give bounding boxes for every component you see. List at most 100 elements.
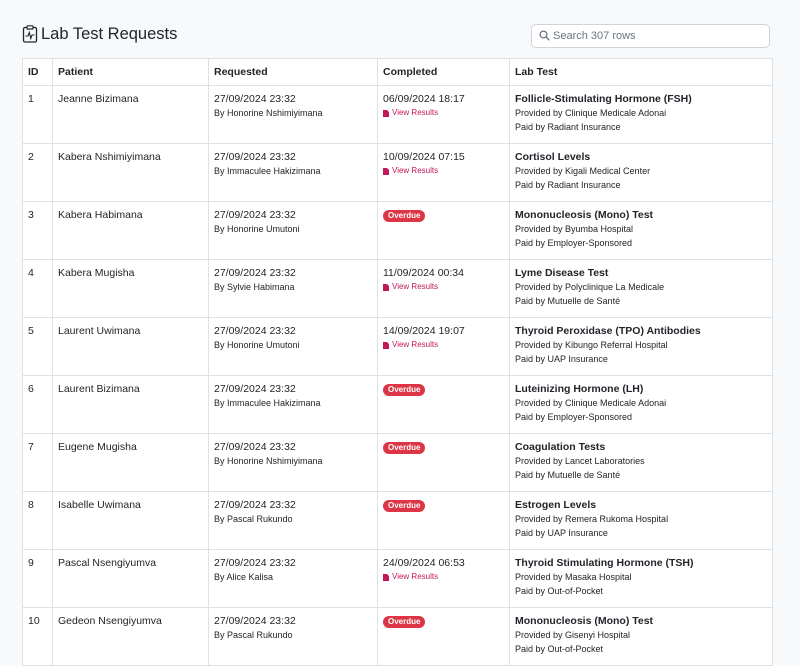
requested-date: 27/09/2024 23:32 — [214, 325, 296, 337]
cell-completed: Overdue — [377, 201, 510, 260]
requested-by: By Immaculee Hakizimana — [214, 398, 321, 408]
document-icon — [383, 283, 389, 291]
table-row[interactable]: 3 Kabera Habimana 27/09/2024 23:32 By Honor… — [22, 201, 773, 260]
lab-payer: Paid by Employer-Sponsored — [515, 412, 633, 422]
cell-completed: Overdue — [377, 607, 510, 666]
requested-date: 27/09/2024 23:32 — [214, 557, 296, 569]
lab-test-name: Thyroid Peroxidase (TPO) Antibodies — [515, 325, 701, 337]
view-results-link[interactable]: View Results — [383, 338, 438, 352]
cell-requested: 27/09/2024 23:32 By Honorine Umutoni — [208, 317, 378, 376]
column-header-patient[interactable]: Patient — [52, 58, 209, 86]
lab-payer: Paid by Employer-Sponsored — [515, 238, 633, 248]
lab-test-name: Mononucleosis (Mono) Test — [515, 209, 654, 221]
cell-id: 2 — [22, 143, 53, 202]
cell-completed: 06/09/2024 18:17 View Results — [377, 85, 510, 144]
requested-by: By Immaculee Hakizimana — [214, 166, 321, 176]
cell-lab-test: Follicle-Stimulating Hormone (FSH) Provid… — [509, 85, 773, 144]
cell-lab-test: Mononucleosis (Mono) Test Provided by Gis… — [509, 607, 773, 666]
cell-completed: 14/09/2024 19:07 View Results — [377, 317, 510, 376]
requested-by: By Pascal Rukundo — [214, 514, 293, 524]
lab-provider: Provided by Polyclinique La Medicale — [515, 282, 665, 292]
lab-provider: Provided by Lancet Laboratories — [515, 456, 645, 466]
page-title: Lab Test Requests — [41, 25, 178, 43]
requested-date: 27/09/2024 23:32 — [214, 151, 296, 163]
cell-id: 6 — [22, 375, 53, 434]
lab-payer: Paid by Radiant Insurance — [515, 122, 621, 132]
clipboard-pulse-icon — [22, 25, 38, 43]
lab-test-name: Thyroid Stimulating Hormone (TSH) — [515, 557, 694, 569]
cell-completed: 11/09/2024 00:34 View Results — [377, 259, 510, 318]
view-results-label: View Results — [392, 108, 439, 117]
table-row[interactable]: 4 Kabera Mugisha 27/09/2024 23:32 By Sylvie… — [22, 259, 773, 318]
requested-by: By Honorine Nshimiyimana — [214, 108, 323, 118]
document-icon — [383, 109, 389, 117]
document-icon — [383, 167, 389, 175]
view-results-link[interactable]: View Results — [383, 106, 438, 120]
cell-id: 8 — [22, 491, 53, 550]
view-results-link[interactable]: View Results — [383, 164, 438, 178]
overdue-badge: Overdue — [383, 616, 426, 628]
requested-date: 27/09/2024 23:32 — [214, 267, 296, 279]
requested-by: By Alice Kalisa — [214, 572, 274, 582]
search-input[interactable] — [531, 24, 770, 48]
table-row[interactable]: 7 Eugene Mugisha 27/09/2024 23:32 By Honori… — [22, 433, 773, 492]
cell-id: 4 — [22, 259, 53, 318]
view-results-label: View Results — [392, 340, 439, 349]
completed-date: 10/09/2024 07:15 — [383, 151, 465, 163]
table-row[interactable]: 10 Gedeon Nsengiyumva 27/09/2024 23:32 By P… — [22, 607, 773, 666]
cell-patient: Gedeon Nsengiyumva — [52, 607, 209, 666]
lab-provider: Provided by Clinique Medicale Adonai — [515, 108, 667, 118]
table-row[interactable]: 8 Isabelle Uwimana 27/09/2024 23:32 By Pasc… — [22, 491, 773, 550]
lab-payer: Paid by Mutuelle de Santé — [515, 470, 621, 480]
cell-requested: 27/09/2024 23:32 By Pascal Rukundo — [208, 491, 378, 550]
table-row[interactable]: 2 Kabera Nshimiyimana 27/09/2024 23:32 By I… — [22, 143, 773, 202]
lab-payer: Paid by Radiant Insurance — [515, 180, 621, 190]
cell-requested: 27/09/2024 23:32 By Sylvie Habimana — [208, 259, 378, 318]
cell-lab-test: Thyroid Stimulating Hormone (TSH) Provide… — [509, 549, 773, 608]
cell-id: 1 — [22, 85, 53, 144]
view-results-link[interactable]: View Results — [383, 280, 438, 294]
requested-by: By Honorine Umutoni — [214, 224, 300, 234]
cell-requested: 27/09/2024 23:32 By Immaculee Hakizimana — [208, 143, 378, 202]
cell-lab-test: Cortisol Levels Provided by Kigali Medica… — [509, 143, 773, 202]
lab-payer: Paid by Out-of-Pocket — [515, 586, 604, 596]
cell-lab-test: Lyme Disease Test Provided by Polycliniqu… — [509, 259, 773, 318]
column-header-lab-test[interactable]: Lab Test — [509, 58, 773, 86]
cell-id: 9 — [22, 549, 53, 608]
page-header: Lab Test Requests — [0, 0, 800, 58]
lab-requests-table: ID Patient Requested Completed Lab Test … — [22, 58, 773, 666]
cell-completed: Overdue — [377, 433, 510, 492]
overdue-badge: Overdue — [383, 384, 426, 396]
table-row[interactable]: 6 Laurent Bizimana 27/09/2024 23:32 By Imma… — [22, 375, 773, 434]
cell-id: 5 — [22, 317, 53, 376]
column-header-completed[interactable]: Completed — [377, 58, 510, 86]
view-results-label: View Results — [392, 282, 439, 291]
column-header-id[interactable]: ID — [22, 58, 53, 86]
table-row[interactable]: 9 Pascal Nsengiyumva 27/09/2024 23:32 By Al… — [22, 549, 773, 608]
view-results-label: View Results — [392, 572, 439, 581]
completed-date: 14/09/2024 19:07 — [383, 325, 465, 337]
requested-by: By Honorine Nshimiyimana — [214, 456, 323, 466]
column-header-requested[interactable]: Requested — [208, 58, 378, 86]
cell-patient: Pascal Nsengiyumva — [52, 549, 209, 608]
requested-date: 27/09/2024 23:32 — [214, 93, 296, 105]
lab-provider: Provided by Kigali Medical Center — [515, 166, 651, 176]
lab-provider: Provided by Gisenyi Hospital — [515, 630, 631, 640]
table-row[interactable]: 5 Laurent Uwimana 27/09/2024 23:32 By Honor… — [22, 317, 773, 376]
cell-completed: Overdue — [377, 375, 510, 434]
cell-patient: Kabera Habimana — [52, 201, 209, 260]
requested-date: 27/09/2024 23:32 — [214, 615, 296, 627]
requested-date: 27/09/2024 23:32 — [214, 209, 296, 221]
lab-payer: Paid by Mutuelle de Santé — [515, 296, 621, 306]
table-row[interactable]: 1 Jeanne Bizimana 27/09/2024 23:32 By Honor… — [22, 85, 773, 144]
cell-requested: 27/09/2024 23:32 By Immaculee Hakizimana — [208, 375, 378, 434]
document-icon — [383, 573, 389, 581]
view-results-link[interactable]: View Results — [383, 570, 438, 584]
cell-patient: Eugene Mugisha — [52, 433, 209, 492]
overdue-badge: Overdue — [383, 500, 426, 512]
cell-lab-test: Thyroid Peroxidase (TPO) Antibodies Provi… — [509, 317, 773, 376]
overdue-badge: Overdue — [383, 210, 426, 222]
cell-patient: Laurent Bizimana — [52, 375, 209, 434]
lab-payer: Paid by Out-of-Pocket — [515, 644, 604, 654]
cell-requested: 27/09/2024 23:32 By Honorine Nshimiyimana — [208, 433, 378, 492]
